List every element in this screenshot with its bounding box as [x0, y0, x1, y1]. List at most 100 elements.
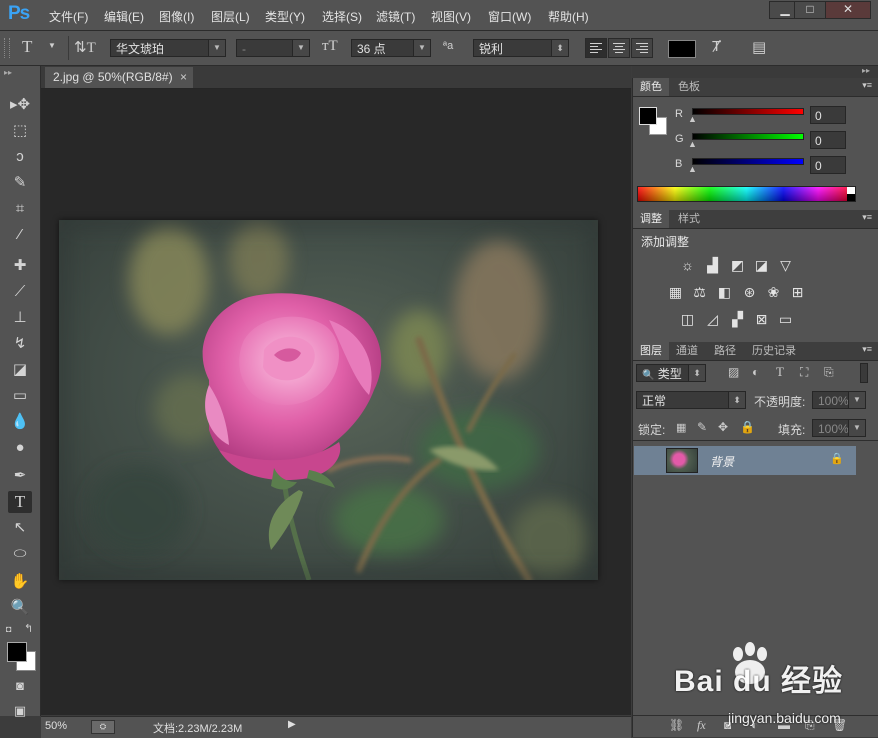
color-lookup-icon[interactable]: ⊞	[789, 284, 806, 301]
foreground-color-swatch[interactable]	[7, 642, 27, 662]
invert-icon[interactable]: ◫	[679, 311, 696, 328]
menu-type[interactable]: 类型(Y)	[265, 8, 305, 25]
menu-file[interactable]: 文件(F)	[49, 8, 88, 25]
color-spectrum-bar[interactable]	[637, 186, 856, 202]
layer-name[interactable]: 背景	[710, 453, 734, 470]
blend-mode-select[interactable]: 正常 ⬍	[636, 391, 746, 409]
antialias-select[interactable]: 锐利 ⬍	[473, 39, 569, 57]
slider-thumb-icon[interactable]: ▲	[688, 164, 697, 174]
channel-g-slider[interactable]	[692, 133, 804, 140]
channel-b-input[interactable]: 0	[810, 156, 846, 174]
opacity-input[interactable]: 100% ▼	[812, 391, 866, 409]
posterize-icon[interactable]: ◿	[704, 311, 721, 328]
layer-filter-select[interactable]: 🔍 类型 ⬍	[636, 364, 706, 382]
crop-tool-icon[interactable]: ⌗	[8, 198, 32, 220]
shape-tool-icon[interactable]: ⬭	[8, 543, 32, 565]
curves-icon[interactable]: ◩	[729, 257, 746, 274]
lock-image-icon[interactable]: ✎	[697, 420, 707, 434]
menu-image[interactable]: 图像(I)	[159, 8, 194, 25]
filter-toggle[interactable]	[860, 363, 868, 383]
quick-mask-icon[interactable]: ◙	[8, 675, 32, 697]
slider-thumb-icon[interactable]: ▲	[688, 139, 697, 149]
panel-menu-icon[interactable]: ▾≡	[862, 80, 872, 91]
threshold-icon[interactable]: ▞	[729, 311, 746, 328]
blur-tool-icon[interactable]: 💧	[8, 411, 32, 433]
text-color-swatch[interactable]	[668, 40, 696, 58]
gradient-map-icon[interactable]: ▭	[777, 311, 794, 328]
tab-styles[interactable]: 样式	[671, 210, 707, 228]
pixel-filter-icon[interactable]: ▨	[728, 365, 739, 379]
tab-swatches[interactable]: 色板	[671, 78, 707, 96]
channel-g-input[interactable]: 0	[810, 131, 846, 149]
options-grip[interactable]	[4, 38, 10, 58]
levels-icon[interactable]: ▟	[704, 257, 721, 274]
document-tab[interactable]: 2.jpg @ 50%(RGB/8#) ×	[45, 67, 193, 88]
exposure-icon[interactable]: ◪	[753, 257, 770, 274]
type-tool-icon[interactable]: T	[8, 491, 32, 513]
align-left-button[interactable]	[585, 38, 607, 58]
move-tool-icon[interactable]: ▸✥	[8, 94, 32, 116]
status-menu-arrow-icon[interactable]: ▶	[288, 719, 296, 730]
align-right-button[interactable]	[631, 38, 653, 58]
expand-panels-icon[interactable]: ▸▸	[862, 66, 870, 75]
smart-object-filter-icon[interactable]: ⎘	[824, 365, 834, 380]
tab-paths[interactable]: 路径	[707, 342, 743, 360]
photo-filter-icon[interactable]: ⊛	[741, 284, 758, 301]
font-size-select[interactable]: 36 点 ▼	[351, 39, 431, 57]
lock-transparent-icon[interactable]: ▦	[676, 421, 686, 434]
menu-layer[interactable]: 图层(L)	[211, 8, 250, 25]
layer-style-icon[interactable]: fx	[697, 718, 706, 733]
color-balance-icon[interactable]: ⚖	[691, 284, 708, 301]
link-layers-icon[interactable]: ⛓	[669, 718, 684, 732]
brightness-icon[interactable]: ☼	[679, 257, 696, 274]
menu-help[interactable]: 帮助(H)	[548, 8, 589, 25]
tab-history[interactable]: 历史记录	[745, 342, 803, 360]
font-style-select[interactable]: - ▼	[236, 39, 310, 57]
adjustment-filter-icon[interactable]: ◐	[752, 365, 759, 379]
menu-select[interactable]: 选择(S)	[322, 8, 362, 25]
channel-r-input[interactable]: 0	[810, 106, 846, 124]
channel-r-slider[interactable]	[692, 108, 804, 115]
font-family-select[interactable]: 华文琥珀 ▼	[110, 39, 226, 57]
close-button[interactable]: ✕	[825, 1, 871, 19]
tab-adjustments[interactable]: 调整	[633, 210, 669, 228]
hand-tool-icon[interactable]: ✋	[8, 571, 32, 593]
maximize-button[interactable]: □	[794, 1, 826, 19]
menu-filter[interactable]: 滤镜(T)	[376, 8, 415, 25]
close-tab-icon[interactable]: ×	[180, 67, 187, 88]
pen-tool-icon[interactable]: ✒	[8, 465, 32, 487]
type-filter-icon[interactable]: T	[776, 364, 784, 380]
screen-mode-icon[interactable]: ▣	[8, 700, 32, 722]
layer-row-background[interactable]: 背景 🔒	[634, 446, 856, 475]
warp-text-icon[interactable]: Ⱦ	[712, 38, 721, 55]
chevron-down-icon[interactable]: ▼	[48, 41, 56, 50]
lasso-tool-icon[interactable]: ↄ	[8, 146, 32, 168]
tab-channels[interactable]: 通道	[669, 342, 705, 360]
color-fg-swatch[interactable]	[639, 107, 657, 125]
vibrance-icon[interactable]: ▽	[777, 257, 794, 274]
panel-menu-icon[interactable]: ▾≡	[862, 344, 872, 355]
quick-select-tool-icon[interactable]: ✎	[8, 172, 32, 194]
type-tool-preset-icon[interactable]: T	[22, 37, 32, 57]
hue-saturation-icon[interactable]: ▦	[667, 284, 684, 301]
selective-color-icon[interactable]: ⊠	[753, 311, 770, 328]
menu-edit[interactable]: 编辑(E)	[104, 8, 144, 25]
eyedropper-tool-icon[interactable]: ⁄	[8, 224, 32, 246]
lock-all-icon[interactable]: 🔒	[740, 420, 755, 434]
tab-color[interactable]: 颜色	[633, 78, 669, 96]
swap-colors-icon[interactable]: ↰	[24, 622, 33, 635]
align-center-button[interactable]	[608, 38, 630, 58]
shape-filter-icon[interactable]: ⛶	[800, 365, 808, 380]
panel-menu-icon[interactable]: ▾≡	[862, 212, 872, 223]
character-panel-icon[interactable]: ▤	[752, 38, 766, 56]
black-white-icon[interactable]: ◧	[716, 284, 733, 301]
healing-brush-tool-icon[interactable]: ✚	[8, 255, 32, 277]
history-brush-tool-icon[interactable]: ↯	[8, 333, 32, 355]
tab-layers[interactable]: 图层	[633, 342, 669, 360]
menu-window[interactable]: 窗口(W)	[488, 8, 531, 25]
eraser-tool-icon[interactable]: ◪	[8, 359, 32, 381]
zoom-level[interactable]: 50%	[45, 720, 67, 732]
slider-thumb-icon[interactable]: ▲	[688, 114, 697, 124]
channel-b-slider[interactable]	[692, 158, 804, 165]
text-orientation-icon[interactable]: ⇅T	[74, 38, 96, 57]
